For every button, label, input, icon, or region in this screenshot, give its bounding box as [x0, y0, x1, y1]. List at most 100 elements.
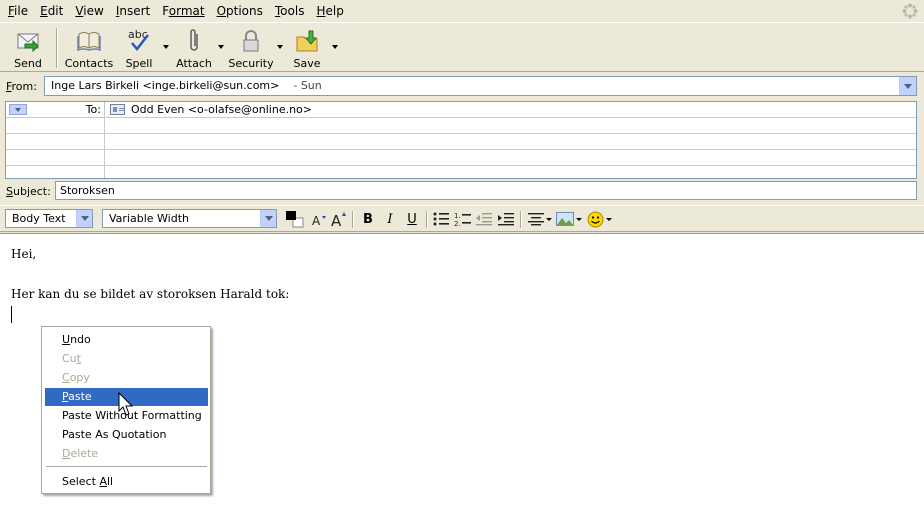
paragraph-style-dropdown[interactable] [76, 210, 92, 227]
throbber-icon [902, 3, 918, 19]
menu-item-paste-as-quotation[interactable]: Paste As Quotation [45, 426, 208, 444]
toolbar-separator [56, 28, 58, 68]
address-row-empty[interactable] [6, 134, 916, 150]
menu-view[interactable]: View [69, 0, 109, 22]
address-type-cell [6, 118, 105, 134]
smiley-dropdown-arrow[interactable] [606, 218, 612, 221]
toolbar-separator [520, 211, 522, 228]
to-recipient[interactable]: Odd Even <o-olafse@online.no> [110, 103, 312, 116]
smiley-button[interactable] [585, 210, 605, 228]
attach-dropdown-arrow[interactable] [218, 45, 224, 49]
decrease-font-icon: A [312, 214, 326, 228]
align-button[interactable] [527, 210, 545, 228]
toolbar-separator [352, 211, 354, 228]
address-row-empty[interactable] [6, 166, 916, 178]
address-type-cell [6, 150, 105, 166]
address-type-select[interactable]: To: [6, 102, 105, 118]
menu-help[interactable]: Help [310, 0, 349, 22]
smaller-font-button[interactable]: A [310, 210, 328, 228]
from-value: Inge Lars Birkeli <inge.birkeli@sun.com> [51, 79, 280, 92]
security-button[interactable]: Security [228, 26, 274, 70]
contacts-label: Contacts [64, 57, 114, 70]
font-value: Variable Width [109, 212, 189, 225]
menu-tools[interactable]: Tools [269, 0, 311, 22]
text-color-button[interactable] [283, 210, 305, 228]
security-dropdown-arrow[interactable] [277, 45, 283, 49]
format-menu-rest: ormat [168, 4, 205, 18]
from-dropdown-button[interactable] [899, 77, 916, 95]
address-card-icon [110, 104, 125, 115]
outdent-icon [476, 213, 492, 226]
from-select[interactable]: Inge Lars Birkeli <inge.birkeli@sun.com>… [44, 76, 917, 96]
text-color-icon [286, 211, 304, 228]
menu-format[interactable]: Format [156, 0, 210, 22]
indent-icon [498, 213, 514, 226]
increase-font-icon: A [331, 212, 346, 228]
address-type-cell [6, 134, 105, 150]
svg-text:A: A [312, 214, 321, 228]
save-button[interactable]: Save [292, 26, 322, 70]
format-toolbar: Body Text Variable Width A A B I U 1. 2. [0, 205, 924, 232]
address-list: To: Odd Even <o-olafse@online.no> [5, 101, 917, 179]
align-dropdown-arrow[interactable] [546, 218, 552, 221]
menu-insert[interactable]: Insert [110, 0, 156, 22]
menu-item-undo[interactable]: Undo [45, 331, 208, 349]
subject-input[interactable]: Storoksen [55, 181, 917, 200]
send-button[interactable]: Send [8, 26, 48, 70]
spell-dropdown-arrow[interactable] [163, 45, 169, 49]
menu-separator [46, 466, 207, 467]
send-icon [17, 33, 39, 53]
text-caret [11, 306, 12, 323]
menu-item-cut[interactable]: Cut [45, 350, 208, 368]
increase-indent-button[interactable] [497, 210, 515, 228]
save-label: Save [293, 57, 321, 70]
menu-item-copy[interactable]: Copy [45, 369, 208, 387]
menu-bar: File Edit View Insert Format Options Too… [0, 0, 924, 22]
larger-font-button[interactable]: A [330, 210, 348, 228]
menu-options[interactable]: Options [211, 0, 269, 22]
body-line-text: Her kan du se bildet av storoksen Harald… [11, 287, 290, 301]
numbered-list-button[interactable]: 1. 2. [453, 210, 471, 228]
to-value: Odd Even <o-olafse@online.no> [131, 103, 313, 116]
spell-label: Spell [125, 57, 153, 70]
menu-item-select-all[interactable]: Select All [45, 473, 208, 491]
menu-file[interactable]: File [2, 0, 34, 22]
spell-icon: abc [126, 28, 152, 54]
insert-dropdown-arrow[interactable] [576, 218, 582, 221]
svg-text:A: A [331, 212, 342, 228]
save-dropdown-arrow[interactable] [332, 45, 338, 49]
menu-edit[interactable]: Edit [34, 0, 69, 22]
toolbar-separator [426, 211, 428, 228]
decrease-indent-button[interactable] [475, 210, 493, 228]
image-icon [556, 212, 574, 226]
body-line-greeting: Hei, [11, 247, 37, 261]
security-label: Security [228, 57, 274, 70]
address-row-empty[interactable] [6, 150, 916, 166]
bold-label: B [363, 211, 373, 227]
menu-item-delete[interactable]: Delete [45, 445, 208, 463]
contacts-button[interactable]: Contacts [64, 26, 114, 70]
address-type-cell [6, 166, 105, 178]
from-label: From: [6, 80, 37, 93]
send-label: Send [14, 57, 42, 70]
insert-image-button[interactable] [555, 210, 575, 228]
underline-button[interactable]: U [403, 210, 421, 228]
italic-button[interactable]: I [381, 210, 399, 228]
font-dropdown[interactable] [260, 210, 276, 227]
address-row-empty[interactable] [6, 118, 916, 134]
address-type-dropdown[interactable] [9, 104, 27, 115]
svg-text:2.: 2. [454, 220, 461, 227]
paragraph-style-select[interactable]: Body Text [5, 209, 93, 228]
attach-button[interactable]: Attach [176, 26, 212, 70]
attach-label: Attach [176, 57, 212, 70]
bold-button[interactable]: B [359, 210, 377, 228]
address-row[interactable]: To: Odd Even <o-olafse@online.no> [6, 102, 916, 118]
subject-label: Subject: [6, 185, 51, 198]
font-select[interactable]: Variable Width [102, 209, 277, 228]
bullet-list-button[interactable] [432, 210, 450, 228]
chevron-down-icon [80, 216, 89, 221]
bullet-list-icon [433, 212, 449, 226]
save-icon [296, 30, 318, 52]
spell-button[interactable]: abc Spell [122, 26, 156, 70]
paste-as-quotation-label: Paste As Quotation [62, 428, 167, 441]
